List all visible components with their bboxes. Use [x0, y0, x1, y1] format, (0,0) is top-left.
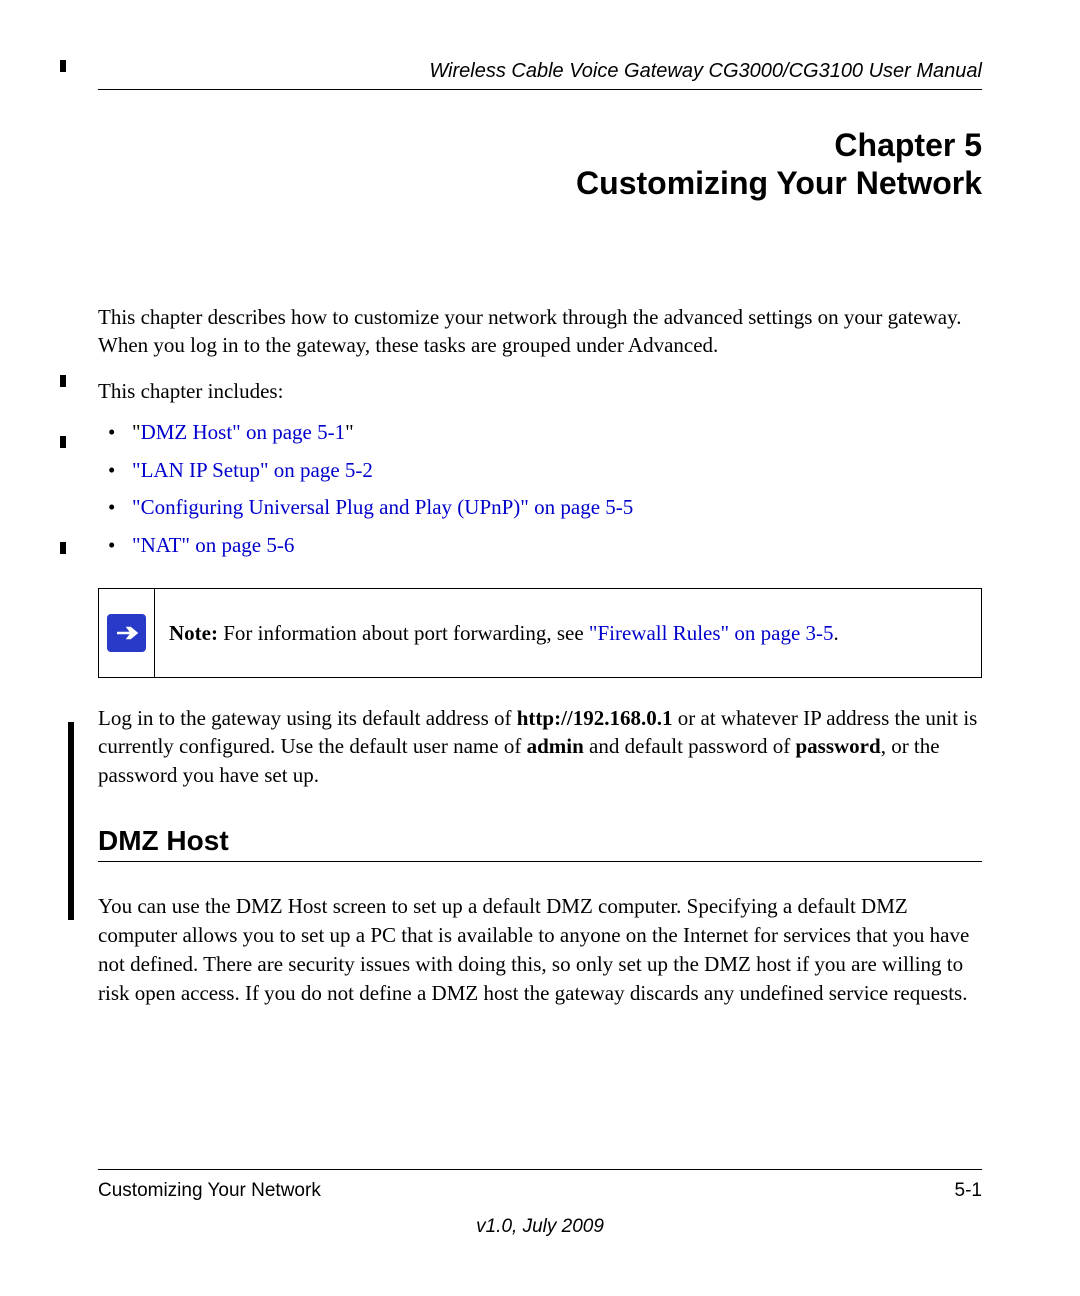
- page-footer: Customizing Your Network 5-1 v1.0, July …: [98, 1169, 982, 1238]
- note-label: Note:: [169, 621, 218, 645]
- includes-label: This chapter includes:: [98, 379, 982, 404]
- intro-paragraph: This chapter describes how to customize …: [98, 303, 982, 360]
- toc-link-dmz[interactable]: DMZ Host" on page 5-1: [141, 420, 346, 444]
- note-body: For information about port forwarding, s…: [218, 621, 589, 645]
- footer-page-number: 5-1: [955, 1180, 982, 1202]
- running-header: Wireless Cable Voice Gateway CG3000/CG31…: [98, 60, 982, 90]
- default-address: http://192.168.0.1: [517, 706, 673, 730]
- toc-item: "DMZ Host" on page 5-1": [98, 418, 982, 447]
- footer-chapter-title: Customizing Your Network: [98, 1180, 321, 1202]
- section-heading-dmz: DMZ Host: [98, 825, 982, 862]
- default-password: password: [795, 734, 880, 758]
- note-text: Note: For information about port forward…: [155, 589, 981, 677]
- toc-list: "DMZ Host" on page 5-1" "LAN IP Setup" o…: [98, 418, 982, 560]
- toc-link-nat[interactable]: "NAT" on page 5-6: [132, 533, 294, 557]
- change-bar: [60, 375, 66, 387]
- change-bar: [60, 436, 66, 448]
- toc-prefix: ": [132, 420, 141, 444]
- arrow-right-icon: [107, 614, 146, 652]
- footer-line: Customizing Your Network 5-1: [98, 1169, 982, 1202]
- toc-suffix: ": [345, 420, 354, 444]
- dmz-body-paragraph: You can use the DMZ Host screen to set u…: [98, 892, 982, 1008]
- toc-link-upnp[interactable]: "Configuring Universal Plug and Play (UP…: [132, 495, 633, 519]
- toc-item: "Configuring Universal Plug and Play (UP…: [98, 493, 982, 522]
- chapter-title: Customizing Your Network: [98, 164, 982, 202]
- change-bar: [60, 60, 66, 72]
- chapter-number: Chapter 5: [98, 126, 982, 164]
- note-link-firewall[interactable]: "Firewall Rules" on page 3-5: [589, 621, 834, 645]
- change-bar: [60, 542, 66, 554]
- toc-item: "LAN IP Setup" on page 5-2: [98, 456, 982, 485]
- note-box: Note: For information about port forward…: [98, 588, 982, 678]
- note-suffix: .: [834, 621, 839, 645]
- change-bars: [60, 0, 66, 1296]
- change-bar: [68, 722, 74, 920]
- toc-link-lanip[interactable]: "LAN IP Setup" on page 5-2: [132, 458, 373, 482]
- note-icon-cell: [99, 589, 155, 677]
- login-paragraph: Log in to the gateway using its default …: [98, 704, 982, 789]
- default-username: admin: [527, 734, 584, 758]
- chapter-heading: Chapter 5 Customizing Your Network: [98, 126, 982, 203]
- toc-item: "NAT" on page 5-6: [98, 531, 982, 560]
- footer-version: v1.0, July 2009: [98, 1216, 982, 1238]
